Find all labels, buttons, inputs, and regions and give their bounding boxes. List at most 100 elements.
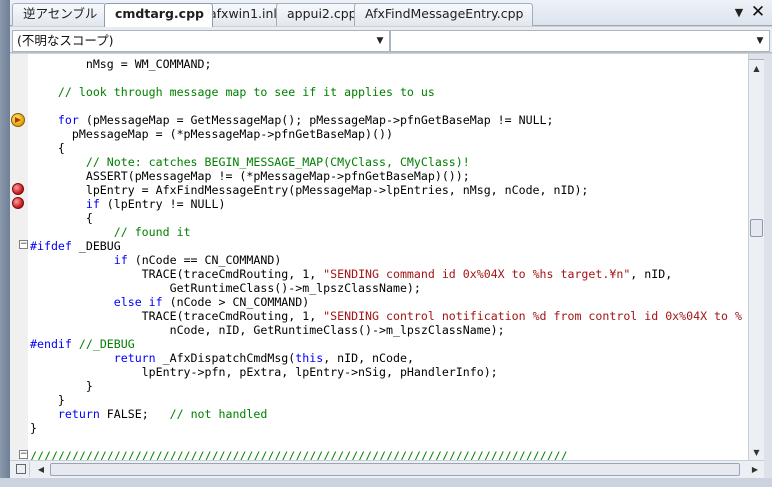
code-line[interactable]: }: [30, 393, 65, 407]
close-document-icon[interactable]: ✕: [750, 3, 766, 21]
code-line[interactable]: #endif //_DEBUG: [30, 337, 135, 351]
tab-list-dropdown-icon[interactable]: ▼: [732, 6, 746, 20]
breakpoint-icon[interactable]: [12, 197, 24, 209]
code-line[interactable]: lpEntry->pfn, pExtra, lpEntry->nSig, pHa…: [30, 365, 498, 379]
horizontal-scroll-thumb[interactable]: [50, 463, 740, 476]
code-line[interactable]: ASSERT(pMessageMap != (*pMessageMap->pfn…: [30, 169, 470, 183]
code-token: #endif: [30, 337, 72, 351]
scroll-down-icon[interactable]: ▼: [749, 445, 764, 460]
code-token: FALSE;: [99, 407, 170, 421]
code-token: GetRuntimeClass()->m_lpszClassName);: [30, 281, 421, 295]
code-line[interactable]: nCode, nID, GetRuntimeClass()->m_lpszCla…: [30, 323, 505, 337]
code-token: // look through message map to see if it…: [30, 85, 435, 99]
code-token: if: [113, 253, 128, 267]
code-line[interactable]: nMsg = WM_COMMAND;: [30, 57, 212, 71]
breakpoint-icon[interactable]: [12, 183, 24, 195]
splitter-handle[interactable]: [749, 54, 764, 60]
code-line[interactable]: }: [30, 379, 93, 393]
document-tab-bar: 逆アセンブル cmdtarg.cpp afxwin1.inl appui2.cp…: [10, 0, 772, 27]
code-line[interactable]: }: [30, 421, 37, 435]
code-token: }: [30, 393, 65, 407]
code-token: for: [57, 113, 79, 127]
code-token: // Note: catches BEGIN_MESSAGE_MAP(CMyCl…: [85, 155, 470, 169]
code-line[interactable]: if (nCode == CN_COMMAND): [30, 253, 282, 267]
code-token: TRACE(traceCmdRouting, 1,: [30, 267, 324, 281]
code-token: {: [30, 141, 65, 155]
member-combo[interactable]: ▼: [390, 30, 770, 52]
code-token: if: [85, 197, 100, 211]
code-token: // found it: [113, 225, 191, 239]
vertical-scroll-thumb[interactable]: [750, 219, 763, 237]
code-line[interactable]: // found it: [30, 225, 191, 239]
code-line[interactable]: ////////////////////////////////////////…: [30, 449, 567, 460]
code-token: this: [295, 351, 324, 365]
code-token: (nCode > CN_COMMAND): [162, 295, 310, 309]
code-line[interactable]: lpEntry = AfxFindMessageEntry(pMessageMa…: [30, 183, 589, 197]
code-editor[interactable]: − − nMsg = WM_COMMAND; // look through m…: [10, 54, 748, 460]
navigation-bar: (不明なスコープ) ▼ ▼: [10, 27, 772, 53]
tab-afxfindmessageentry-cpp[interactable]: AfxFindMessageEntry.cpp: [354, 3, 533, 26]
code-token: , nID,: [630, 267, 673, 281]
scroll-up-icon[interactable]: ▲: [749, 61, 764, 76]
code-token: (lpEntry != NULL): [99, 197, 226, 211]
indicator-margin[interactable]: − −: [10, 54, 28, 460]
scroll-left-icon[interactable]: ◀: [34, 462, 48, 477]
horizontal-scrollbar[interactable]: ◀ ▶: [10, 460, 764, 478]
code-token: #ifdef: [30, 239, 72, 253]
fold-collapse-icon[interactable]: −: [19, 240, 28, 249]
code-token: else if: [113, 295, 163, 309]
code-line[interactable]: #ifdef _DEBUG: [30, 239, 121, 253]
code-line[interactable]: TRACE(traceCmdRouting, 1, "SENDING comma…: [30, 267, 673, 281]
code-line[interactable]: return _AfxDispatchCmdMsg(this, nID, nCo…: [30, 351, 414, 365]
code-line[interactable]: // look through message map to see if it…: [30, 85, 435, 99]
code-token: lpEntry = AfxFindMessageEntry(pMessageMa…: [30, 183, 589, 197]
scroll-right-icon[interactable]: ▶: [748, 462, 762, 477]
code-token: }: [30, 421, 37, 435]
code-token: lpEntry->pfn, pExtra, lpEntry->nSig, pHa…: [30, 365, 498, 379]
code-line[interactable]: GetRuntimeClass()->m_lpszClassName);: [30, 281, 421, 295]
code-token: "SENDING command id 0x%04X to %hs target…: [323, 267, 631, 281]
code-line[interactable]: for (pMessageMap = GetMessageMap(); pMes…: [30, 113, 554, 127]
left-window-strip: [0, 0, 10, 487]
code-line[interactable]: {: [30, 211, 93, 225]
tab-cmdtarg-cpp[interactable]: cmdtarg.cpp: [104, 3, 213, 27]
code-token: , nID, nCode,: [323, 351, 414, 365]
code-token: {: [30, 211, 93, 225]
code-token: //_DEBUG: [78, 337, 135, 351]
scope-combo[interactable]: (不明なスコープ) ▼: [12, 30, 390, 52]
code-token: return: [57, 407, 100, 421]
code-line[interactable]: return FALSE; // not handled: [30, 407, 267, 421]
code-line[interactable]: if (lpEntry != NULL): [30, 197, 226, 211]
tab-appui2-cpp[interactable]: appui2.cpp: [276, 3, 366, 26]
current-statement-arrow-icon: [11, 113, 25, 127]
code-token: nMsg = WM_COMMAND;: [30, 57, 212, 71]
code-token: return: [113, 351, 156, 365]
right-window-edge: [764, 54, 772, 487]
fold-collapse-icon[interactable]: −: [19, 450, 28, 459]
code-token: (nCode == CN_COMMAND): [127, 253, 282, 267]
code-line[interactable]: pMessageMap = (*pMessageMap->pfnGetBaseM…: [30, 127, 393, 141]
code-token: }: [30, 379, 93, 393]
scope-combo-value: (不明なスコープ): [17, 33, 114, 48]
tab-disassembly[interactable]: 逆アセンブル: [12, 3, 107, 26]
code-token: ////////////////////////////////////////…: [30, 449, 568, 460]
split-view-icon[interactable]: [12, 462, 30, 477]
vertical-scrollbar[interactable]: ▲ ▼: [748, 54, 764, 460]
code-text-area[interactable]: nMsg = WM_COMMAND; // look through messa…: [30, 54, 748, 460]
code-token: _AfxDispatchCmdMsg(: [155, 351, 296, 365]
chevron-down-icon[interactable]: ▼: [374, 31, 386, 51]
code-line[interactable]: else if (nCode > CN_COMMAND): [30, 295, 309, 309]
code-line[interactable]: TRACE(traceCmdRouting, 1, "SENDING contr…: [30, 309, 742, 323]
bottom-window-edge: [0, 478, 772, 487]
code-token: _DEBUG: [71, 239, 121, 253]
code-line[interactable]: {: [30, 141, 65, 155]
chevron-down-icon[interactable]: ▼: [754, 31, 766, 51]
code-token: ASSERT(pMessageMap != (*pMessageMap->pfn…: [30, 169, 470, 183]
code-line[interactable]: // Note: catches BEGIN_MESSAGE_MAP(CMyCl…: [30, 155, 470, 169]
